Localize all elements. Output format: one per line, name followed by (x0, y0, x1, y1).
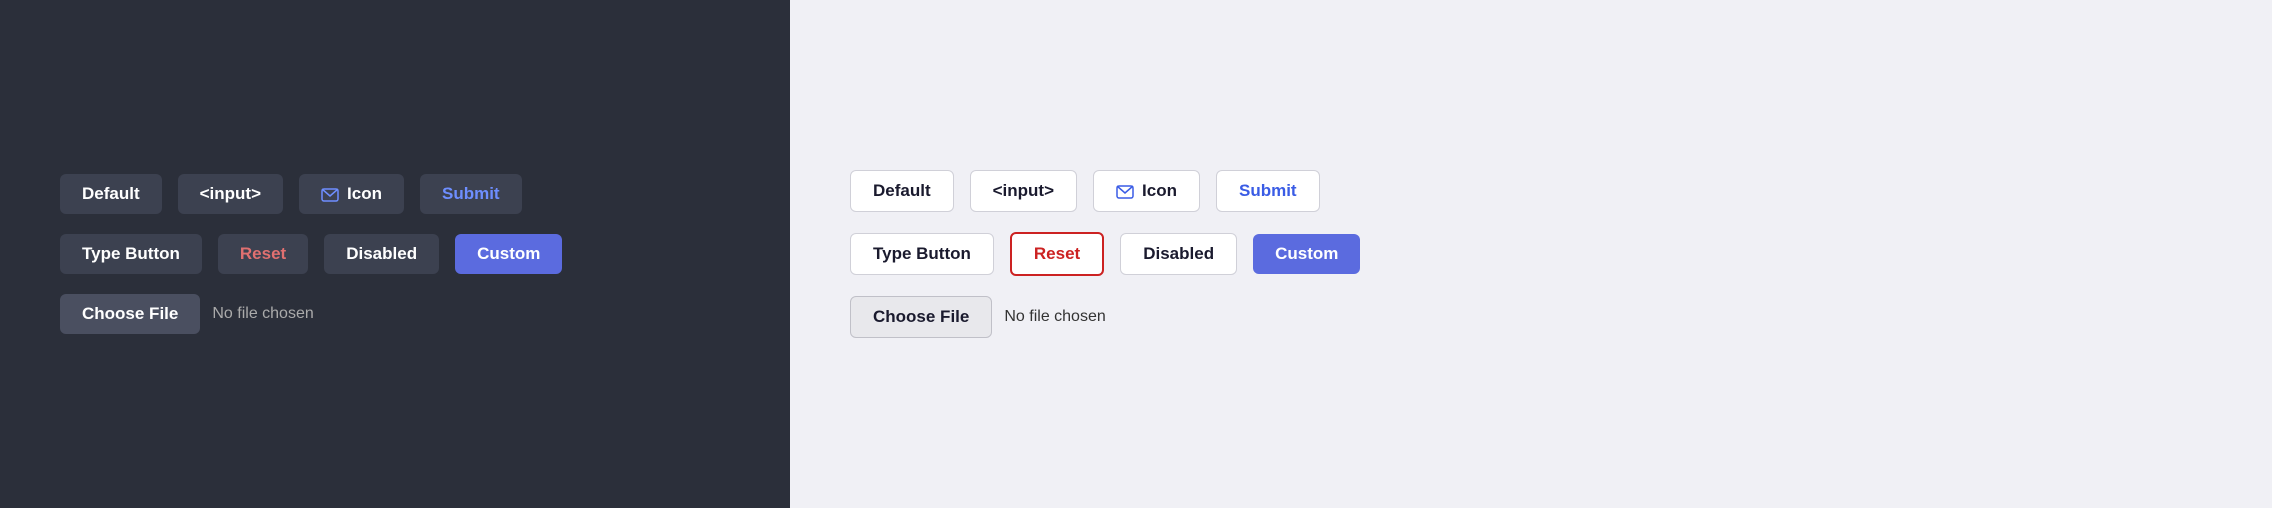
dark-disabled-button[interactable]: Disabled (324, 234, 439, 274)
envelope-icon (321, 184, 339, 204)
light-file-row: Choose File No file chosen (850, 296, 1106, 338)
dark-row-2: Type Button Reset Disabled Custom (60, 234, 562, 274)
dark-choose-file-button[interactable]: Choose File (60, 294, 200, 334)
dark-reset-button[interactable]: Reset (218, 234, 308, 274)
dark-theme-panel: Default <input> Icon Submit Type Button … (0, 0, 790, 508)
dark-file-row: Choose File No file chosen (60, 294, 314, 334)
light-type-button[interactable]: Type Button (850, 233, 994, 275)
dark-type-button[interactable]: Type Button (60, 234, 202, 274)
dark-submit-button[interactable]: Submit (420, 174, 522, 214)
light-row-2: Type Button Reset Disabled Custom (850, 232, 1360, 276)
dark-custom-button[interactable]: Custom (455, 234, 562, 274)
light-custom-button[interactable]: Custom (1253, 234, 1360, 274)
dark-row-1: Default <input> Icon Submit (60, 174, 522, 214)
dark-no-file-label: No file chosen (212, 305, 313, 323)
light-no-file-label: No file chosen (1004, 308, 1105, 326)
light-row-1: Default <input> Icon Submit (850, 170, 1320, 212)
light-choose-file-button[interactable]: Choose File (850, 296, 992, 338)
dark-icon-button[interactable]: Icon (299, 174, 404, 214)
dark-default-button[interactable]: Default (60, 174, 162, 214)
envelope-icon (1116, 181, 1134, 201)
light-disabled-button[interactable]: Disabled (1120, 233, 1237, 275)
light-reset-button[interactable]: Reset (1010, 232, 1104, 276)
light-submit-button[interactable]: Submit (1216, 170, 1320, 212)
light-default-button[interactable]: Default (850, 170, 954, 212)
light-theme-panel: Default <input> Icon Submit Type Button … (790, 0, 2272, 508)
dark-input-button[interactable]: <input> (178, 174, 283, 214)
light-icon-button[interactable]: Icon (1093, 170, 1200, 212)
light-input-button[interactable]: <input> (970, 170, 1077, 212)
